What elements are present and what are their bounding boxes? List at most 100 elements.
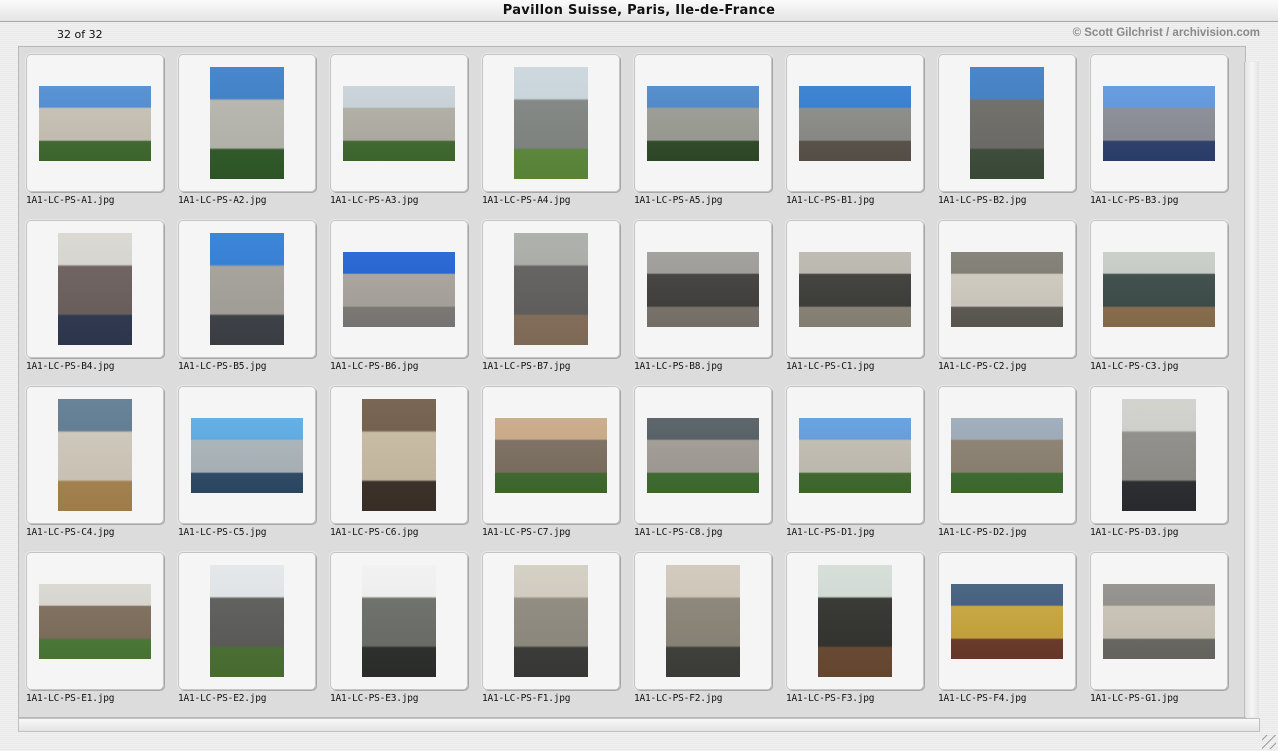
thumbnail-image[interactable] (495, 417, 607, 493)
thumbnail-image[interactable] (799, 251, 911, 327)
thumbnail-item[interactable]: 1A1-LC-PS-B7.jpg (482, 220, 622, 380)
thumbnail-image[interactable] (514, 565, 588, 677)
thumbnail-image[interactable] (39, 583, 151, 659)
thumbnail-image[interactable] (58, 233, 132, 345)
vertical-scrollbar[interactable] (1244, 62, 1259, 717)
thumbnail-image[interactable] (191, 417, 303, 493)
thumbnail-image[interactable] (210, 565, 284, 677)
thumbnail-frame[interactable] (330, 386, 468, 524)
thumbnail-frame[interactable] (938, 220, 1076, 358)
thumbnail-item[interactable]: 1A1-LC-PS-E3.jpg (330, 552, 470, 712)
thumbnail-item[interactable]: 1A1-LC-PS-D3.jpg (1090, 386, 1230, 546)
thumbnail-frame[interactable] (1090, 386, 1228, 524)
thumbnail-frame[interactable] (938, 386, 1076, 524)
thumbnail-frame[interactable] (786, 552, 924, 690)
thumbnail-image[interactable] (647, 417, 759, 493)
thumbnail-frame[interactable] (786, 220, 924, 358)
thumbnail-item[interactable]: 1A1-LC-PS-A3.jpg (330, 54, 470, 214)
thumbnail-frame[interactable] (330, 220, 468, 358)
thumbnail-image[interactable] (343, 85, 455, 161)
thumbnail-image[interactable] (1122, 399, 1196, 511)
thumbnail-image[interactable] (514, 67, 588, 179)
thumbnail-frame[interactable] (482, 54, 620, 192)
window-titlebar[interactable]: Pavillon Suisse, Paris, Ile-de-France (0, 0, 1278, 22)
thumbnail-item[interactable]: 1A1-LC-PS-E2.jpg (178, 552, 318, 712)
thumbnail-item[interactable]: 1A1-LC-PS-B1.jpg (786, 54, 926, 214)
thumbnail-item[interactable]: 1A1-LC-PS-B5.jpg (178, 220, 318, 380)
thumbnail-frame[interactable] (330, 552, 468, 690)
thumbnail-item[interactable]: 1A1-LC-PS-D2.jpg (938, 386, 1078, 546)
thumbnail-frame[interactable] (786, 54, 924, 192)
thumbnail-item[interactable]: 1A1-LC-PS-C6.jpg (330, 386, 470, 546)
thumbnail-image[interactable] (951, 583, 1063, 659)
thumbnail-item[interactable]: 1A1-LC-PS-F2.jpg (634, 552, 774, 712)
thumbnail-item[interactable]: 1A1-LC-PS-B3.jpg (1090, 54, 1230, 214)
thumbnail-item[interactable]: 1A1-LC-PS-C1.jpg (786, 220, 926, 380)
thumbnail-image[interactable] (1103, 583, 1215, 659)
thumbnail-image[interactable] (362, 565, 436, 677)
thumbnail-frame[interactable] (482, 386, 620, 524)
thumbnail-image[interactable] (951, 251, 1063, 327)
thumbnail-image[interactable] (210, 67, 284, 179)
thumbnail-frame[interactable] (1090, 552, 1228, 690)
thumbnail-image[interactable] (799, 417, 911, 493)
thumbnail-frame[interactable] (786, 386, 924, 524)
thumbnail-item[interactable]: 1A1-LC-PS-C8.jpg (634, 386, 774, 546)
thumbnail-image[interactable] (647, 251, 759, 327)
thumbnail-item[interactable]: 1A1-LC-PS-B6.jpg (330, 220, 470, 380)
thumbnail-frame[interactable] (178, 552, 316, 690)
thumbnail-frame[interactable] (330, 54, 468, 192)
thumbnail-frame[interactable] (178, 220, 316, 358)
thumbnail-item[interactable]: 1A1-LC-PS-C4.jpg (26, 386, 166, 546)
thumbnail-frame[interactable] (178, 386, 316, 524)
thumbnail-frame[interactable] (26, 220, 164, 358)
thumbnail-image[interactable] (666, 565, 740, 677)
thumbnail-image[interactable] (39, 85, 151, 161)
thumbnail-image[interactable] (58, 399, 132, 511)
thumbnail-item[interactable]: 1A1-LC-PS-A4.jpg (482, 54, 622, 214)
thumbnail-image[interactable] (1103, 251, 1215, 327)
thumbnail-item[interactable]: 1A1-LC-PS-D1.jpg (786, 386, 926, 546)
thumbnail-item[interactable]: 1A1-LC-PS-A1.jpg (26, 54, 166, 214)
thumbnail-image[interactable] (970, 67, 1044, 179)
thumbnail-frame[interactable] (634, 552, 772, 690)
thumbnail-image[interactable] (343, 251, 455, 327)
thumbnail-image[interactable] (799, 85, 911, 161)
thumbnail-item[interactable]: 1A1-LC-PS-C3.jpg (1090, 220, 1230, 380)
thumbnail-frame[interactable] (634, 54, 772, 192)
thumbnail-item[interactable]: 1A1-LC-PS-B8.jpg (634, 220, 774, 380)
thumbnail-item[interactable]: 1A1-LC-PS-G1.jpg (1090, 552, 1230, 712)
thumbnail-item[interactable]: 1A1-LC-PS-F1.jpg (482, 552, 622, 712)
thumbnail-image[interactable] (514, 233, 588, 345)
thumbnail-frame[interactable] (482, 552, 620, 690)
thumbnail-image[interactable] (647, 85, 759, 161)
thumbnail-frame[interactable] (1090, 220, 1228, 358)
thumbnail-frame[interactable] (26, 386, 164, 524)
thumbnail-image[interactable] (362, 399, 436, 511)
thumbnail-image[interactable] (210, 233, 284, 345)
thumbnail-frame[interactable] (938, 54, 1076, 192)
thumbnail-image[interactable] (1103, 85, 1215, 161)
thumbnail-frame[interactable] (634, 386, 772, 524)
thumbnail-image[interactable] (818, 565, 892, 677)
resize-grip-icon[interactable] (1262, 735, 1276, 749)
thumbnail-frame[interactable] (482, 220, 620, 358)
thumbnail-item[interactable]: 1A1-LC-PS-F3.jpg (786, 552, 926, 712)
thumbnail-frame[interactable] (634, 220, 772, 358)
thumbnail-image[interactable] (951, 417, 1063, 493)
thumbnail-frame[interactable] (938, 552, 1076, 690)
thumbnail-frame[interactable] (26, 54, 164, 192)
horizontal-scrollbar[interactable] (18, 718, 1260, 732)
thumbnail-item[interactable]: 1A1-LC-PS-C2.jpg (938, 220, 1078, 380)
thumbnail-item[interactable]: 1A1-LC-PS-B4.jpg (26, 220, 166, 380)
thumbnail-item[interactable]: 1A1-LC-PS-E1.jpg (26, 552, 166, 712)
thumbnail-frame[interactable] (1090, 54, 1228, 192)
thumbnail-frame[interactable] (178, 54, 316, 192)
thumbnail-item[interactable]: 1A1-LC-PS-B2.jpg (938, 54, 1078, 214)
thumbnail-item[interactable]: 1A1-LC-PS-C5.jpg (178, 386, 318, 546)
thumbnail-item[interactable]: 1A1-LC-PS-A2.jpg (178, 54, 318, 214)
thumbnail-item[interactable]: 1A1-LC-PS-C7.jpg (482, 386, 622, 546)
thumbnail-item[interactable]: 1A1-LC-PS-A5.jpg (634, 54, 774, 214)
thumbnail-frame[interactable] (26, 552, 164, 690)
thumbnail-item[interactable]: 1A1-LC-PS-F4.jpg (938, 552, 1078, 712)
